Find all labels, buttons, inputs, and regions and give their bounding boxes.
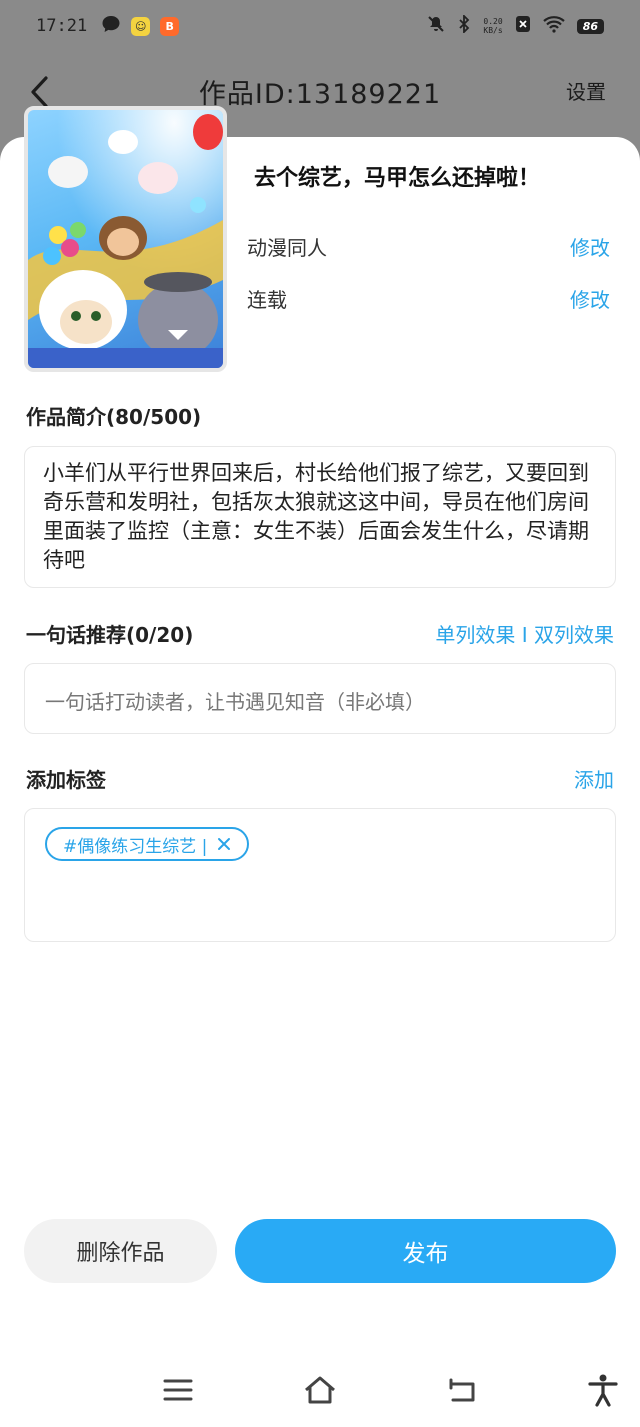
add-tag-link[interactable]: 添加 [574, 764, 614, 793]
net-speed-unit: KB/s [483, 26, 503, 35]
net-speed: 0.20 KB/s [483, 17, 502, 35]
home-icon[interactable] [302, 1372, 338, 1408]
back-nav-icon[interactable] [445, 1372, 481, 1408]
synopsis-header: 作品简介(80/500) [26, 405, 202, 429]
status-bar: 17:21 ☺ B 0.20 KB/s 86 [0, 0, 640, 52]
settings-link[interactable]: 设置 [566, 76, 606, 105]
app-notification-icon: ☺ [131, 16, 151, 36]
tag-chip[interactable]: #偶像练习生综艺 | [45, 827, 250, 861]
bluetooth-icon [457, 13, 471, 38]
chat-bubble-icon [101, 14, 121, 39]
category-label: 动漫同人 [247, 236, 327, 260]
recommend-input[interactable]: 一句话打动读者，让书遇见知音（非必填） [24, 663, 616, 734]
recommend-header: 一句话推荐(0/20) [26, 623, 194, 647]
status-label: 连载 [247, 288, 287, 312]
delete-work-button[interactable]: 删除作品 [24, 1219, 217, 1283]
tags-container: #偶像练习生综艺 | [24, 808, 616, 942]
edit-category-link[interactable]: 修改 [570, 232, 610, 261]
menu-icon[interactable] [160, 1372, 196, 1408]
sim-off-icon [515, 15, 531, 38]
status-time: 17:21 [36, 16, 88, 36]
tag-label: #偶像练习生综艺 | [63, 836, 208, 857]
work-title: 去个综艺，马甲怎么还掉啦！ [254, 166, 541, 191]
layout-toggle[interactable]: 单列效果 I 双列效果 [435, 619, 614, 648]
app-notification-icon: B [160, 16, 180, 36]
wifi-icon [542, 15, 565, 38]
close-icon[interactable] [217, 837, 231, 851]
cover-illustration [28, 110, 223, 368]
edit-status-link[interactable]: 修改 [570, 284, 610, 313]
system-nav-bar [0, 1360, 640, 1420]
cover-image[interactable] [24, 106, 227, 372]
tags-header: 添加标签 [26, 768, 106, 792]
battery-indicator: 86 [576, 18, 604, 34]
accessibility-icon[interactable] [585, 1372, 621, 1408]
mute-icon [427, 15, 445, 38]
net-speed-value: 0.20 [483, 17, 503, 26]
publish-button[interactable]: 发布 [235, 1219, 616, 1283]
synopsis-textarea[interactable]: 小羊们从平行世界回来后，村长给他们报了综艺，又要回到奇乐营和发明社，包括灰太狼就… [24, 446, 616, 588]
